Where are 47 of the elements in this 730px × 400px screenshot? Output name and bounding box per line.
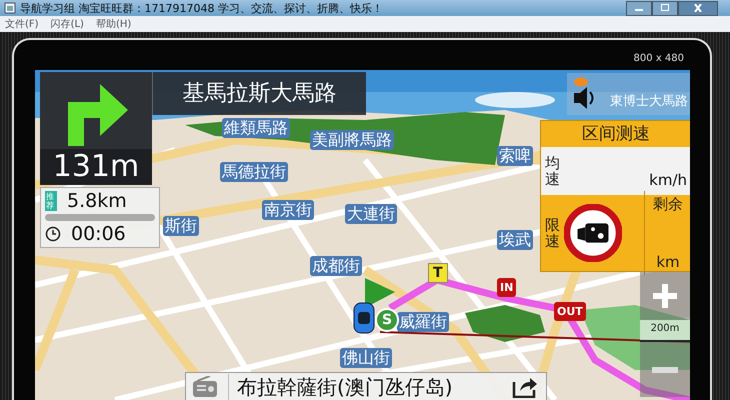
resolution-label: 800 x 480 — [634, 53, 684, 64]
street-label: 斯街 — [163, 216, 199, 236]
turn-distance: 131m — [40, 149, 152, 185]
remaining-time: 00:06 — [71, 223, 126, 245]
minimize-button[interactable] — [626, 0, 652, 16]
share-icon[interactable] — [512, 376, 538, 398]
street-label: 美副將馬路 — [310, 130, 394, 150]
exit-marker: OUT — [554, 302, 586, 321]
plus-icon — [650, 281, 680, 311]
close-button[interactable] — [678, 0, 718, 16]
next-road-name: 東博士大馬路 — [610, 93, 688, 110]
menu-item[interactable]: 帮助(H) — [96, 17, 132, 32]
street-label: 埃武 — [497, 230, 533, 250]
remaining-unit: km — [656, 253, 680, 271]
speed-limit-label: 限速 — [545, 216, 560, 250]
maximize-button[interactable] — [652, 0, 678, 16]
entry-marker: IN — [497, 278, 516, 297]
zoom-out-button[interactable] — [640, 342, 690, 397]
radio-icon[interactable] — [192, 376, 218, 398]
remaining-label: 剩余 — [653, 195, 683, 214]
current-road-name: 基馬拉斯大馬路 — [152, 72, 366, 115]
street-label: 馬德拉街 — [220, 162, 288, 182]
street-label: 維類馬路 — [222, 118, 290, 138]
speed-zone-title: 区间测速 — [581, 123, 651, 146]
street-label: 佛山街 — [340, 348, 392, 368]
close-icon — [693, 4, 703, 12]
window-title: 导航学习组 淘宝旺旺群：1717917048 学习、交流、探讨、折腾、快乐！ — [20, 0, 383, 16]
zoom-in-button[interactable] — [640, 272, 690, 320]
destination-name: 布拉幹薩街(澳门氹仔岛) — [228, 374, 504, 400]
menu-item[interactable]: 文件(F) — [5, 17, 39, 32]
street-label: 南京街 — [262, 200, 314, 220]
clock-icon — [45, 226, 61, 242]
route-badge: 推荐 — [45, 191, 57, 211]
street-label: 威羅街 — [397, 312, 449, 332]
menu-item[interactable]: 闪存(L) — [50, 17, 84, 32]
car-icon — [353, 302, 375, 334]
speed-unit: km/h — [649, 171, 687, 189]
street-label: 大連街 — [345, 204, 397, 224]
average-speed-label: 均速 — [545, 154, 560, 188]
app-icon — [4, 2, 16, 14]
toll-marker: T — [428, 263, 448, 283]
maximize-icon — [660, 4, 670, 12]
camera-sign-icon — [564, 204, 622, 262]
remaining-distance: 5.8km — [67, 190, 127, 212]
street-label: 成都街 — [310, 256, 362, 276]
scale-bar: 200m — [640, 320, 690, 342]
street-label: 索啤 — [497, 146, 533, 166]
